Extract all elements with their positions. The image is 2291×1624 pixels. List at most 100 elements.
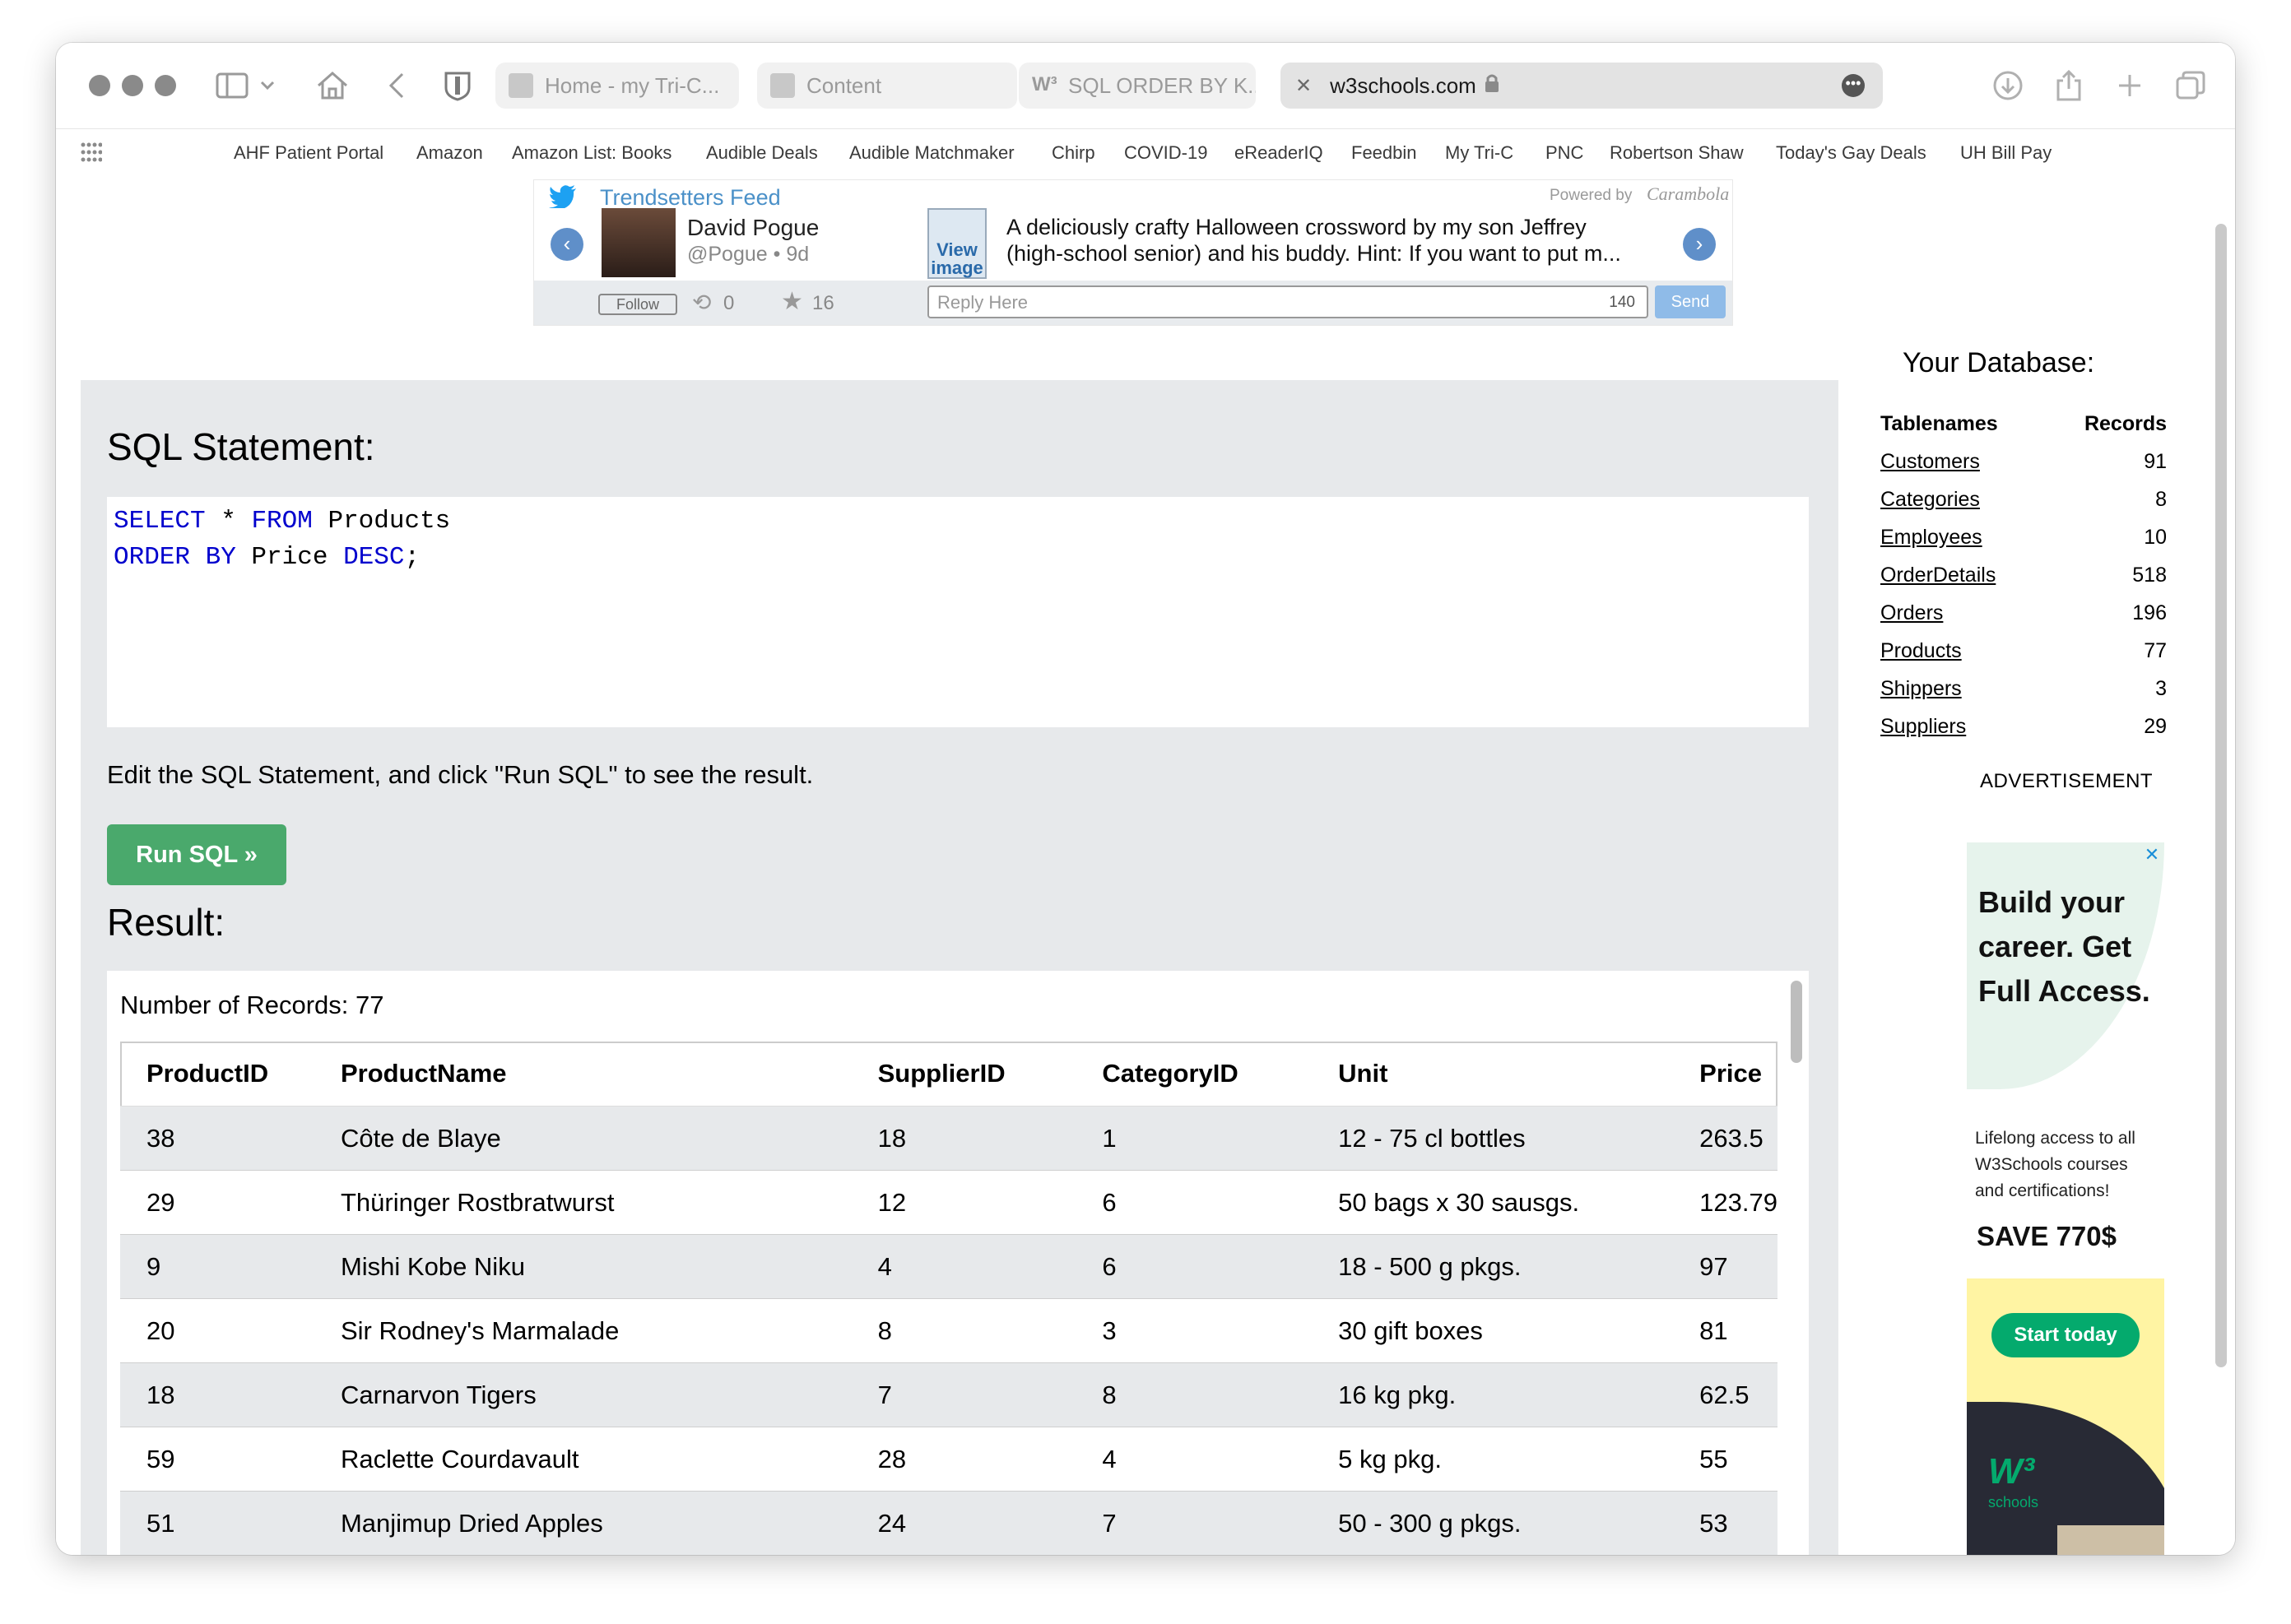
table-cell: Carnarvon Tigers bbox=[314, 1362, 852, 1427]
column-header: ProductID bbox=[120, 1042, 314, 1107]
chevron-down-icon[interactable] bbox=[255, 66, 280, 105]
table-row: 29 Thüringer Rostbratwurst 12 6 50 bags x 30… bbox=[120, 1170, 1778, 1235]
table-link-orders[interactable]: Orders bbox=[1880, 601, 1943, 624]
table-link-employees[interactable]: Employees bbox=[1880, 526, 1982, 549]
bookmark-item[interactable]: eReaderIQ bbox=[1234, 142, 1323, 164]
table-link-products[interactable]: Products bbox=[1880, 639, 1962, 662]
tab-sql-order-by[interactable]: W³ SQL ORDER BY K... bbox=[1019, 63, 1256, 109]
database-row: Suppliers 29 bbox=[1880, 708, 2168, 745]
result-scrollbar[interactable] bbox=[1791, 981, 1802, 1063]
bookmark-item[interactable]: Chirp bbox=[1052, 142, 1095, 164]
tab-overview-icon[interactable] bbox=[2171, 66, 2210, 105]
bookmark-item[interactable]: Audible Deals bbox=[706, 142, 818, 164]
bookmark-item[interactable]: Amazon bbox=[416, 142, 483, 164]
bookmark-item[interactable]: Amazon List: Books bbox=[512, 142, 672, 164]
tab-content[interactable]: Content bbox=[757, 63, 1017, 109]
previous-arrow-icon[interactable]: ‹ bbox=[551, 228, 583, 261]
tablenames-header: Tablenames bbox=[1880, 411, 1998, 435]
table-cell: 9 bbox=[120, 1234, 314, 1299]
database-row: Categories 8 bbox=[1880, 480, 2168, 518]
author-handle: @Pogue • 9d bbox=[687, 243, 810, 266]
table-cell: 50 bags x 30 sausgs. bbox=[1312, 1170, 1674, 1235]
page-scrollbar[interactable] bbox=[2215, 224, 2227, 1367]
page-content: Trendsetters Feed Powered by Carambola ‹… bbox=[56, 176, 2235, 1555]
table-link-suppliers[interactable]: Suppliers bbox=[1880, 715, 1966, 738]
bookmark-item[interactable]: Today's Gay Deals bbox=[1776, 142, 1926, 164]
tweet-actions-bar: Follow ⟲ 0 ★ 16 Reply Here 140 Send bbox=[534, 281, 1732, 325]
table-cell: 7 bbox=[1076, 1491, 1313, 1555]
browser-window: Home - my Tri-C... Content W³ SQL ORDER … bbox=[56, 43, 2235, 1555]
table-link-shippers[interactable]: Shippers bbox=[1880, 677, 1962, 700]
ad-close-icon[interactable]: ✕ bbox=[2141, 844, 2163, 865]
sql-statement-heading: SQL Statement: bbox=[107, 425, 375, 468]
tab-home-tri-c[interactable]: Home - my Tri-C... bbox=[495, 63, 739, 109]
database-table-body: Customers 91 Categories 8 Employees 10 OrderDe… bbox=[1880, 443, 2168, 745]
view-image-button[interactable]: View image bbox=[927, 208, 987, 279]
table-cell: 12 bbox=[851, 1170, 1076, 1235]
database-row: OrderDetails 518 bbox=[1880, 556, 2168, 594]
new-tab-icon[interactable] bbox=[2110, 66, 2149, 105]
sql-editor[interactable]: SELECT * FROM Products ORDER BY Price DE… bbox=[107, 497, 1809, 727]
star-icon[interactable]: ★ bbox=[781, 287, 803, 316]
table-cell: 30 gift boxes bbox=[1312, 1298, 1674, 1363]
table-cell: 97 bbox=[1673, 1234, 1778, 1299]
minimize-window-button[interactable] bbox=[122, 75, 143, 96]
database-sidebar: Your Database: Tablenames Records Custom… bbox=[1850, 176, 2228, 1555]
bookmark-item[interactable]: UH Bill Pay bbox=[1960, 142, 2052, 164]
reply-input[interactable]: Reply Here 140 bbox=[927, 285, 1648, 318]
next-arrow-icon[interactable]: › bbox=[1683, 228, 1716, 261]
table-link-categories[interactable]: Categories bbox=[1880, 488, 1980, 511]
close-tab-icon[interactable]: ✕ bbox=[1295, 74, 1312, 98]
tab-w3schools[interactable]: ✕ w3schools.com ••• bbox=[1280, 63, 1883, 109]
back-icon[interactable] bbox=[377, 66, 416, 105]
apps-grid-icon[interactable] bbox=[81, 142, 103, 167]
w3schools-favicon-icon: W³ bbox=[1032, 73, 1057, 95]
home-icon[interactable] bbox=[313, 66, 352, 105]
follow-button[interactable]: Follow bbox=[598, 294, 677, 315]
more-options-icon[interactable]: ••• bbox=[1842, 74, 1865, 97]
shield-icon[interactable] bbox=[438, 66, 477, 105]
database-row: Shippers 3 bbox=[1880, 670, 2168, 708]
lock-icon bbox=[1485, 73, 1499, 99]
result-box[interactable]: Number of Records: 77 ProductID ProductN… bbox=[107, 971, 1809, 1555]
bookmark-item[interactable]: Robertson Shaw bbox=[1610, 142, 1744, 164]
table-cell: Mishi Kobe Niku bbox=[314, 1234, 852, 1299]
table-link-orderdetails[interactable]: OrderDetails bbox=[1880, 564, 1996, 587]
table-name-cell: Shippers bbox=[1880, 670, 2048, 708]
w3schools-logo-text: schools bbox=[1988, 1494, 2039, 1510]
start-today-button[interactable]: Start today bbox=[1991, 1313, 2140, 1357]
bookmark-item[interactable]: COVID-19 bbox=[1124, 142, 1207, 164]
advertisement-banner[interactable]: ✕ Build your career. Get Full Access. Li… bbox=[1967, 842, 2164, 1555]
table-link-customers[interactable]: Customers bbox=[1880, 450, 1980, 473]
author-avatar[interactable] bbox=[602, 208, 676, 277]
retweet-icon[interactable]: ⟲ bbox=[692, 289, 711, 316]
advertisement-label: ADVERTISEMENT bbox=[1980, 770, 2154, 792]
records-header: Records bbox=[2084, 411, 2167, 435]
feed-title[interactable]: Trendsetters Feed bbox=[600, 185, 781, 211]
tweet-text-line-2: (high-school senior) and his buddy. Hint… bbox=[1006, 241, 1621, 266]
author-name[interactable]: David Pogue bbox=[687, 215, 819, 241]
result-table-body: 38 Côte de Blaye 18 1 12 - 75 cl bottles 263.… bbox=[120, 1106, 1778, 1555]
table-cell: 18 bbox=[851, 1106, 1076, 1171]
table-cell: 55 bbox=[1673, 1427, 1778, 1492]
sidebar-icon[interactable] bbox=[212, 66, 252, 105]
bookmark-item[interactable]: Audible Matchmaker bbox=[849, 142, 1015, 164]
zoom-window-button[interactable] bbox=[155, 75, 176, 96]
download-icon[interactable] bbox=[1988, 66, 2028, 105]
share-icon[interactable] bbox=[2049, 66, 2089, 105]
send-button[interactable]: Send bbox=[1655, 285, 1726, 318]
table-name-cell: Customers bbox=[1880, 443, 2048, 480]
close-window-button[interactable] bbox=[89, 75, 110, 96]
bookmark-item[interactable]: PNC bbox=[1545, 142, 1583, 164]
bookmark-item[interactable]: My Tri-C bbox=[1445, 142, 1513, 164]
bookmark-item[interactable]: AHF Patient Portal bbox=[234, 142, 383, 164]
table-cell: 50 - 300 g pkgs. bbox=[1312, 1491, 1674, 1555]
table-cell: 6 bbox=[1076, 1234, 1313, 1299]
table-cell: Côte de Blaye bbox=[314, 1106, 852, 1171]
database-row: Orders 196 bbox=[1880, 594, 2168, 632]
run-sql-button[interactable]: Run SQL » bbox=[107, 824, 286, 885]
instructions-text: Edit the SQL Statement, and click "Run S… bbox=[107, 760, 814, 789]
bookmark-item[interactable]: Feedbin bbox=[1351, 142, 1417, 164]
table-cell: 4 bbox=[851, 1234, 1076, 1299]
browser-toolbar: Home - my Tri-C... Content W³ SQL ORDER … bbox=[56, 43, 2235, 128]
